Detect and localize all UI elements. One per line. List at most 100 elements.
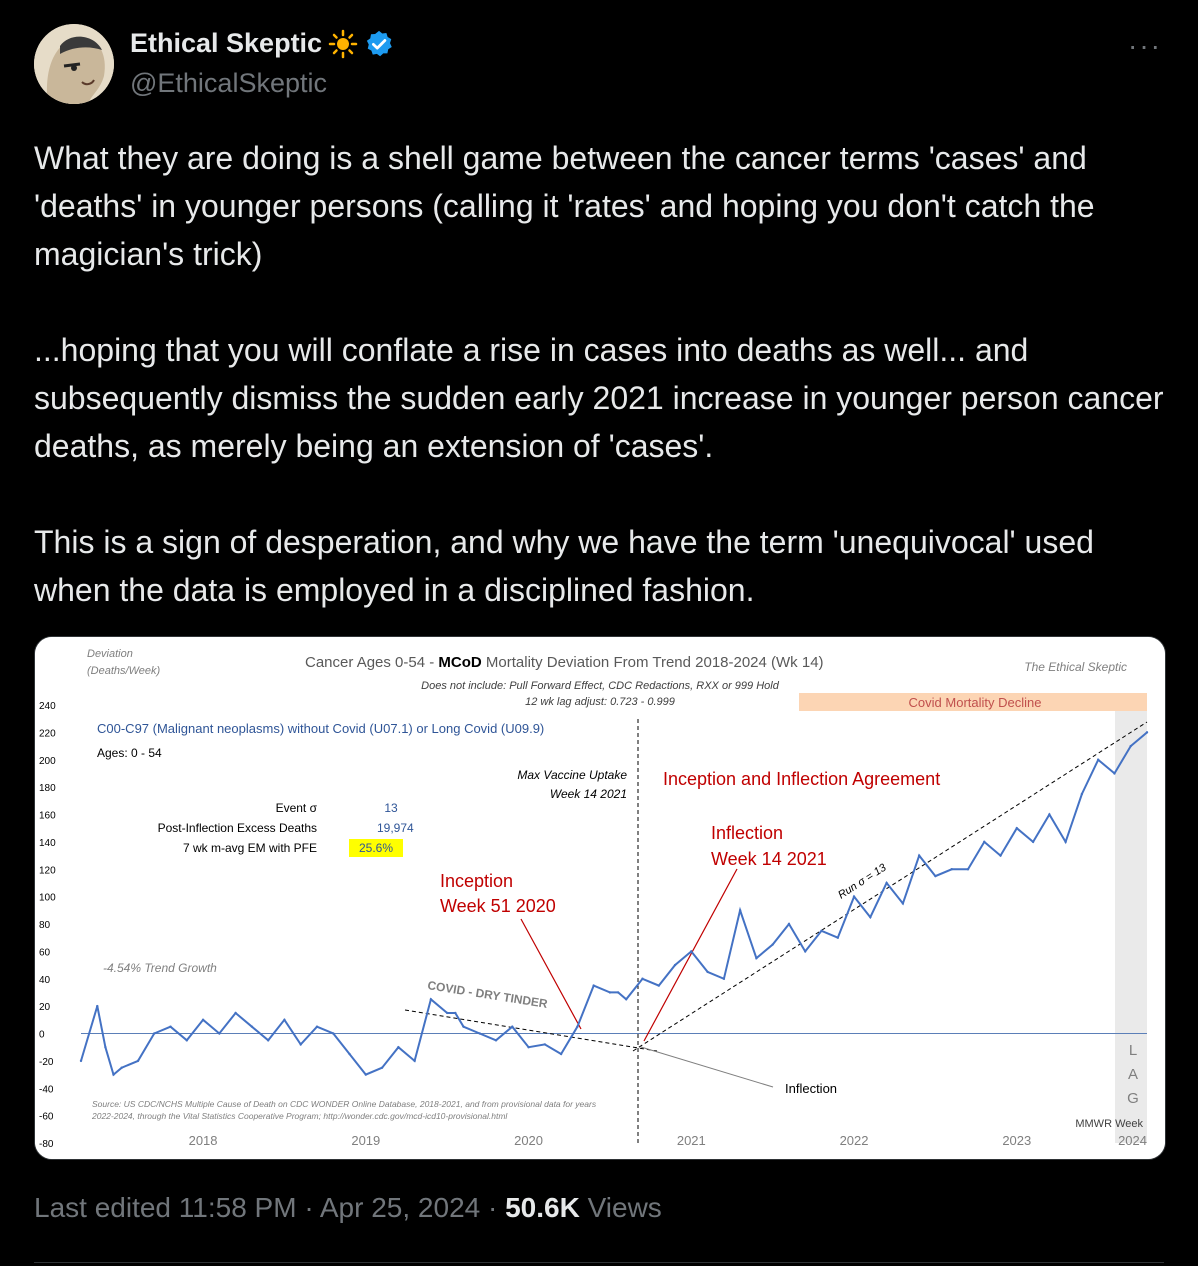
y-tick-label: 20 (39, 1002, 51, 1013)
series-point (1080, 792, 1084, 796)
series-point (869, 915, 872, 919)
series-label: C00-C97 (Malignant neoplasms) without Co… (97, 721, 544, 736)
avatar-image (34, 24, 114, 104)
series-point (250, 1025, 254, 1028)
max-vaccine-label-2: Week 14 2021 (550, 787, 627, 801)
y-tick-label: 80 (39, 920, 51, 931)
agreement-label: Inception and Inflection Agreement (663, 769, 940, 789)
inflection-point-label: Inflection (785, 1081, 837, 1096)
series-point (380, 1066, 384, 1069)
max-vaccine-label-1: Max Vaccine Uptake (517, 768, 627, 782)
tweet-meta: Last edited 11:58 PM · Apr 25, 2024 · 50… (34, 1192, 662, 1224)
series-point (185, 1039, 188, 1042)
series-point (397, 1045, 400, 1049)
y-tick-label: 100 (39, 893, 56, 904)
series-point (657, 984, 660, 987)
edited-timestamp[interactable]: Last edited 11:58 PM · Apr 25, 2024 · (34, 1192, 505, 1223)
y-axis-title-2: (Deaths/Week) (87, 665, 160, 677)
chart-image[interactable]: Covid Mortality Decline Deviation (Death… (34, 636, 1166, 1160)
views-count: 50.6K (505, 1192, 580, 1223)
series-point (543, 1043, 547, 1046)
series-point (511, 1025, 514, 1028)
series-point (201, 1018, 205, 1022)
series-point (1145, 731, 1149, 734)
y-tick-label: -40 (39, 1084, 54, 1095)
tweet-text: What they are doing is a shell game betw… (34, 134, 1164, 662)
series-point (315, 1025, 319, 1028)
series-point (454, 1011, 457, 1015)
chart-subtitle-1: Does not include: Pull Forward Effect, C… (421, 680, 780, 692)
series-point (641, 977, 644, 980)
views-label: Views (579, 1192, 662, 1223)
chart-svg: Covid Mortality Decline Deviation (Death… (35, 637, 1165, 1159)
brand-label: The Ethical Skeptic (1024, 660, 1127, 674)
series-point (771, 943, 774, 946)
y-tick-label: 200 (39, 756, 56, 767)
mmwr-week-label: MMWR Week (1075, 1118, 1143, 1130)
stat-value-excess-deaths: 19,974 (377, 821, 414, 835)
lag-letter-g: G (1127, 1090, 1139, 1107)
series-point (755, 957, 758, 960)
series-point (852, 895, 856, 898)
y-tick-label: 60 (39, 947, 51, 958)
x-tick-label: 2019 (351, 1133, 380, 1148)
y-tick-label: 40 (39, 975, 51, 986)
series-point (445, 1011, 449, 1015)
series-point (934, 874, 937, 878)
series-point (608, 991, 612, 994)
y-tick-label: -20 (39, 1057, 54, 1068)
series-point (592, 984, 595, 987)
series-point (787, 922, 791, 926)
series-point (79, 1059, 83, 1063)
verified-badge-icon[interactable] (364, 29, 394, 59)
series-point (983, 840, 986, 844)
series-point (169, 1025, 172, 1028)
y-axis-title-1: Deviation (87, 648, 133, 660)
series-point (690, 950, 693, 953)
y-tick-label: -80 (39, 1139, 54, 1150)
series-point (820, 929, 823, 933)
series-point (478, 1032, 481, 1035)
stat-label-event-sigma: Event σ (276, 801, 318, 815)
series-point (1129, 744, 1132, 748)
series-point (1096, 758, 1100, 761)
series-point (299, 1043, 302, 1046)
series-point (266, 1039, 270, 1042)
trend-growth-label: -4.54% Trend Growth (103, 961, 217, 975)
handle[interactable]: @EthicalSkeptic (130, 68, 327, 99)
inception-label-1: Inception (440, 871, 513, 891)
series-point (332, 1032, 335, 1035)
source-note-2: 2022-2024, through the Vital Statistics … (91, 1111, 508, 1121)
display-name[interactable]: Ethical Skeptic (130, 28, 322, 59)
more-icon[interactable]: ··· (1128, 30, 1162, 62)
y-tick-label: 240 (39, 701, 56, 712)
y-tick-label: 220 (39, 728, 56, 739)
stat-value-mavg: 25.6% (359, 841, 393, 855)
series-point (112, 1073, 115, 1076)
series-point (1064, 840, 1067, 844)
x-tick-label: 2022 (840, 1133, 869, 1148)
series-point (966, 868, 970, 871)
inception-label-2: Week 51 2020 (440, 896, 556, 916)
series-point (706, 970, 709, 974)
lag-letter-a: A (1128, 1066, 1138, 1083)
series-point (494, 1039, 498, 1042)
x-tick-label: 2024 (1118, 1133, 1147, 1148)
series-point (136, 1059, 140, 1063)
series-point (917, 854, 921, 857)
sun-emoji-icon (328, 29, 358, 58)
y-tick-label: 160 (39, 811, 56, 822)
series-point (1113, 772, 1116, 775)
series-point (722, 977, 726, 980)
series-point (836, 936, 839, 939)
avatar[interactable] (34, 24, 114, 104)
series-point (96, 1004, 99, 1008)
covid-band-label: Covid Mortality Decline (909, 695, 1042, 710)
tweet-paragraph-1: What they are doing is a shell game betw… (34, 140, 1095, 272)
x-tick-label: 2018 (189, 1133, 218, 1148)
chart-subtitle-2: 12 wk lag adjust: 0.723 - 0.999 (525, 696, 675, 708)
series-point (673, 963, 677, 967)
series-point (120, 1066, 123, 1069)
series-point (1031, 840, 1035, 844)
inflection-label-2: Week 14 2021 (711, 849, 827, 869)
